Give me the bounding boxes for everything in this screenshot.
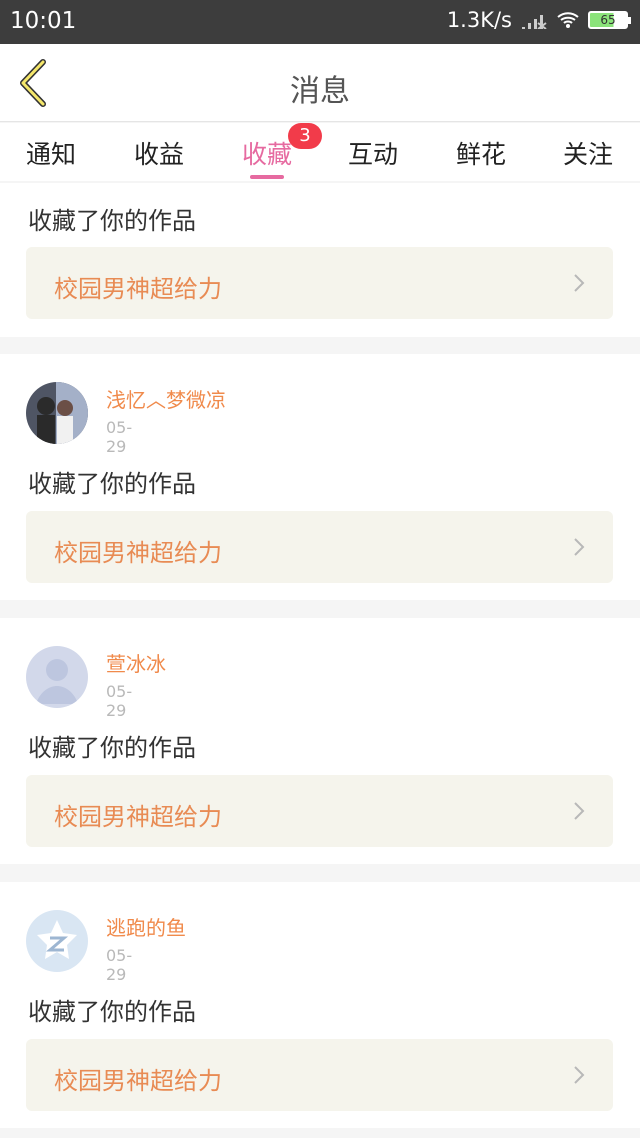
avatar [26,382,88,444]
tab-flowers[interactable]: 鲜花 [456,135,506,171]
wifi-icon [557,12,579,28]
work-link[interactable]: 校园男神超给力 [26,247,613,319]
message-date: 05-29 [106,418,133,456]
work-link[interactable]: 校园男神超给力 [26,511,613,583]
message-card: 萱冰冰 05-29 收藏了你的作品 校园男神超给力 [0,618,640,864]
header-bar: 消息 [0,44,640,122]
chevron-right-icon [574,802,585,820]
tab-label: 鲜花 [456,140,507,169]
message-user[interactable]: 萱冰冰 05-29 [26,646,166,720]
work-title: 校园男神超给力 [54,1067,222,1095]
unread-badge: 3 [288,123,323,149]
active-tab-indicator [250,175,285,179]
work-title: 校园男神超给力 [54,275,222,303]
battery-icon: 65 [588,11,631,29]
tab-notify[interactable]: 通知 [26,135,76,171]
message-action: 收藏了你的作品 [28,998,196,1026]
status-bar: 10:01 1.3K/s 65 [0,0,640,44]
status-right: 1.3K/s 65 [446,8,631,32]
battery-level: 65 [600,13,616,27]
tab-income[interactable]: 收益 [134,135,184,171]
message-user[interactable]: 浅忆︿梦微凉 05-29 [26,382,226,456]
work-title: 校园男神超给力 [54,539,222,567]
work-link[interactable]: 校园男神超给力 [26,775,613,847]
star-logo-avatar [26,910,88,972]
message-date: 05-29 [106,946,133,984]
work-link[interactable]: 校园男神超给力 [26,1039,613,1111]
tab-label: 收藏 [242,140,293,169]
work-title: 校园男神超给力 [54,803,222,831]
chevron-right-icon [574,538,585,556]
user-name: 萱冰冰 [106,652,166,676]
tab-label: 关注 [563,140,614,169]
page-title: 消息 [290,74,350,109]
tab-label: 互动 [348,140,399,169]
message-card: 浅忆︿梦微凉 05-29 收藏了你的作品 校园男神超给力 [0,354,640,600]
user-name: 逃跑的鱼 [106,916,186,940]
message-date: 05-29 [106,682,133,720]
chevron-right-icon [574,274,585,292]
signal-icon [522,15,547,29]
message-user[interactable]: 逃跑的鱼 05-29 [26,910,186,984]
message-action: 收藏了你的作品 [28,207,196,235]
tab-label: 收益 [134,140,185,169]
tab-follow[interactable]: 关注 [563,135,613,171]
tab-label: 通知 [26,140,77,169]
tab-favorites[interactable]: 收藏 3 [242,123,323,179]
tab-interaction[interactable]: 互动 [348,135,398,171]
message-action: 收藏了你的作品 [28,470,196,498]
status-time: 10:01 [10,8,77,34]
chevron-right-icon [574,1066,585,1084]
default-avatar [26,646,88,708]
message-card: 收藏了你的作品 校园男神超给力 [0,183,640,337]
message-card: 逃跑的鱼 05-29 收藏了你的作品 校园男神超给力 [0,882,640,1128]
tab-bar: 通知 收益 收藏 3 互动 鲜花 关注 [0,123,640,181]
message-action: 收藏了你的作品 [28,734,196,762]
network-speed: 1.3K/s [446,8,512,32]
user-name: 浅忆︿梦微凉 [106,388,226,412]
